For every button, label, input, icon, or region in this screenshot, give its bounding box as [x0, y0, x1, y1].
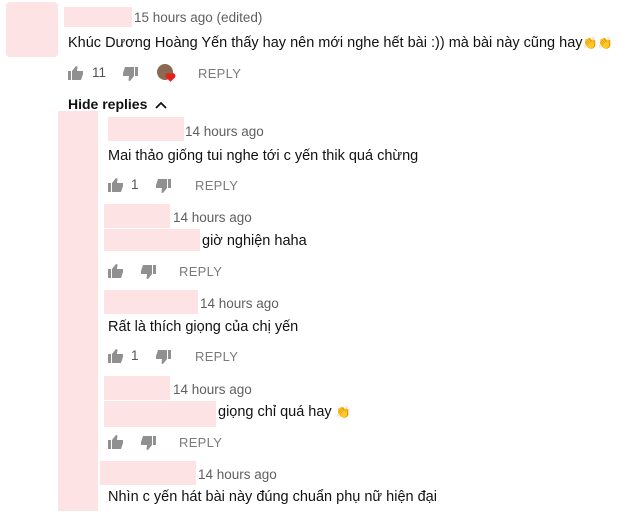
reply-text: Mai thảo giống tui nghe tới c yến thik q…	[108, 148, 419, 164]
reply-timestamp[interactable]: 14 hours ago	[200, 296, 279, 311]
hide-replies-button[interactable]: Hide replies	[68, 96, 167, 112]
hide-replies-label: Hide replies	[68, 96, 148, 112]
reply-button[interactable]: REPLY	[195, 349, 238, 364]
reply-timestamp[interactable]: 14 hours ago	[173, 382, 252, 397]
reply-text: giờ nghiện haha	[202, 233, 307, 249]
comment-timestamp[interactable]: 15 hours ago (edited)	[134, 10, 262, 25]
comment-text-content: Khúc Dương Hoàng Yến thấy hay nên mới ng…	[68, 35, 583, 51]
reply-text-content: giọng chỉ quá hay	[218, 404, 332, 420]
reply-timestamp[interactable]: 14 hours ago	[173, 210, 252, 225]
reply-username-redacted[interactable]	[108, 117, 184, 141]
reply-username-redacted[interactable]	[104, 290, 198, 314]
reply-button[interactable]: REPLY	[195, 178, 238, 193]
like-count: 11	[92, 65, 107, 80]
avatar-redacted	[6, 2, 58, 57]
reply-timestamp[interactable]: 14 hours ago	[198, 467, 277, 482]
reply-button[interactable]: REPLY	[179, 435, 222, 450]
thumbs-up-icon[interactable]	[108, 177, 124, 193]
heart-icon	[165, 73, 176, 82]
reply-mention-redacted	[104, 401, 216, 427]
thumbs-up-icon[interactable]	[108, 434, 124, 450]
reply-button[interactable]: REPLY	[198, 66, 241, 81]
like-count: 1	[131, 348, 139, 363]
clap-emoji: 👏	[335, 405, 351, 420]
creator-heart-badge	[157, 64, 177, 84]
thumbs-up-icon[interactable]	[108, 263, 124, 279]
reply-username-redacted[interactable]	[100, 461, 196, 485]
reply-button[interactable]: REPLY	[179, 264, 222, 279]
reply-text: Nhìn c yến hát bài này đúng chuẩn phụ nữ…	[108, 489, 437, 505]
reply-username-redacted[interactable]	[104, 376, 170, 400]
thumbs-down-icon[interactable]	[122, 66, 138, 82]
chevron-up-icon	[155, 102, 167, 109]
reply-username-redacted[interactable]	[104, 204, 170, 228]
username-redacted[interactable]	[64, 7, 132, 27]
reply-timestamp[interactable]: 14 hours ago	[185, 124, 264, 139]
thumbs-up-icon[interactable]	[68, 65, 84, 81]
reply-avatars-redacted	[58, 111, 98, 511]
thumbs-down-icon[interactable]	[140, 264, 156, 280]
reply-text: giọng chỉ quá hay 👏	[218, 404, 351, 420]
reply-mention-redacted	[104, 229, 200, 251]
thumbs-down-icon[interactable]	[140, 435, 156, 451]
like-count: 1	[131, 177, 139, 192]
thumbs-down-icon[interactable]	[155, 349, 171, 365]
thumbs-down-icon[interactable]	[155, 178, 171, 194]
comment-text: Khúc Dương Hoàng Yến thấy hay nên mới ng…	[68, 35, 612, 51]
reply-text: Rất là thích giọng của chị yến	[108, 319, 299, 335]
thumbs-up-icon[interactable]	[108, 348, 124, 364]
clap-emoji: 👏👏	[582, 36, 613, 51]
